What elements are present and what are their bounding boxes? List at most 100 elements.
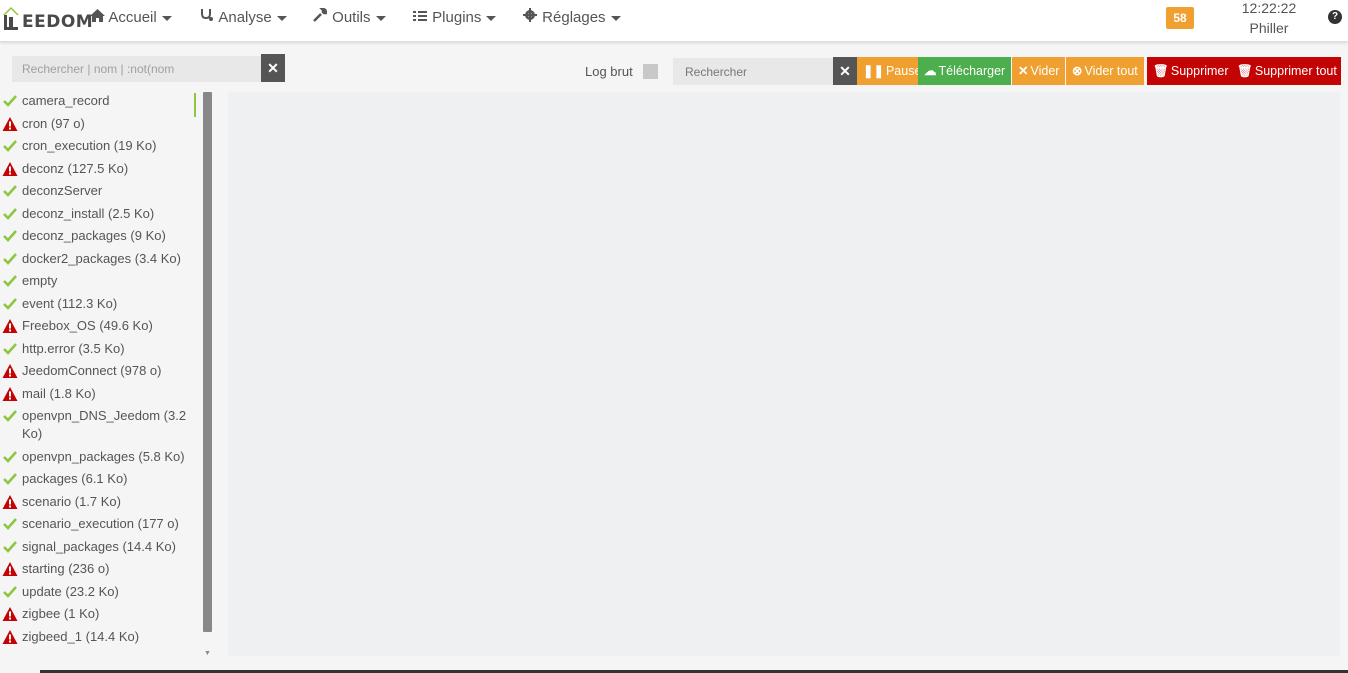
clear-all-button[interactable]: ⊗ Vider tout bbox=[1066, 57, 1144, 85]
delete-button[interactable]: 🗑 Supprimer bbox=[1147, 57, 1235, 85]
log-name: openvpn_packages (5.8 Ko) bbox=[22, 448, 185, 464]
chevron-down-icon bbox=[610, 15, 621, 21]
top-navbar: EEDOM Accueil Analyse Outils Plugins Rég… bbox=[0, 0, 1348, 42]
gear-icon bbox=[522, 0, 538, 36]
pause-icon: ❚❚ bbox=[863, 64, 884, 78]
log-name: JeedomConnect (978 o) bbox=[22, 363, 162, 378]
menu-outils[interactable]: Outils bbox=[312, 0, 386, 36]
times-circle-icon: ⊗ bbox=[1072, 64, 1083, 78]
log-list-item[interactable]: empty bbox=[0, 272, 200, 290]
chevron-down-icon bbox=[161, 15, 172, 21]
log-list-item[interactable]: camera_record bbox=[0, 92, 200, 110]
log-list-item[interactable]: mail (1.8 Ko) bbox=[0, 385, 200, 403]
log-list-item[interactable]: zigbee (1 Ko) bbox=[0, 605, 200, 623]
log-list-item[interactable]: JeedomConnect (978 o) bbox=[0, 362, 200, 380]
log-list-item[interactable]: signal_packages (14.4 Ko) bbox=[0, 538, 200, 556]
menu-accueil[interactable]: Accueil bbox=[89, 0, 172, 36]
log-list-item[interactable]: cron_execution (19 Ko) bbox=[0, 137, 200, 155]
trash-icon: 🗑 bbox=[1237, 64, 1253, 78]
log-name: scenario (1.7 Ko) bbox=[22, 493, 121, 509]
chevron-down-icon bbox=[375, 15, 386, 21]
menu-reglages[interactable]: Réglages bbox=[522, 0, 621, 36]
clock-user: 12:22:22 Philler bbox=[1236, 0, 1302, 36]
log-name: update (23.2 Ko) bbox=[22, 583, 119, 599]
menu-reglages-label: Réglages bbox=[542, 9, 606, 26]
question-circle-icon[interactable]: ? bbox=[1328, 10, 1342, 24]
log-list-item[interactable]: packages (6.1 Ko) bbox=[0, 470, 200, 488]
menu-accueil-label: Accueil bbox=[108, 9, 157, 26]
log-name: zigbee (1 Ko) bbox=[22, 606, 100, 621]
home-icon bbox=[89, 0, 105, 36]
menu-outils-label: Outils bbox=[332, 9, 371, 26]
log-list-item[interactable]: openvpn_DNS_Jeedom (3.2 Ko) bbox=[0, 407, 200, 443]
log-list: camera_recordcron (97 o) cron_execution (… bbox=[0, 92, 200, 662]
house-logo-icon bbox=[3, 7, 19, 30]
log-list-item[interactable]: Freebox_OS (49.6 Ko) bbox=[0, 317, 200, 335]
logo-text: EEDOM bbox=[22, 12, 94, 32]
notification-badge[interactable]: 58 bbox=[1166, 7, 1194, 29]
sidebar-scrollbar[interactable] bbox=[203, 92, 212, 632]
log-list-item[interactable]: openvpn_packages (5.8 Ko) bbox=[0, 448, 200, 466]
scroll-down-arrow-icon[interactable]: ▼ bbox=[203, 650, 212, 657]
chevron-down-icon bbox=[276, 15, 287, 21]
log-list-item[interactable]: docker2_packages (3.4 Ko) bbox=[0, 250, 200, 268]
close-icon: ✕ bbox=[267, 60, 279, 76]
log-list-item[interactable]: http.error (3.5 Ko) bbox=[0, 340, 200, 358]
log-list-item[interactable]: event (112.3 Ko) bbox=[0, 295, 200, 313]
log-name: deconz_install (2.5 Ko) bbox=[22, 205, 155, 221]
delete-all-button[interactable]: 🗑 Supprimer tout bbox=[1231, 57, 1341, 85]
log-brut-checkbox[interactable] bbox=[643, 64, 658, 79]
log-name: packages (6.1 Ko) bbox=[22, 471, 128, 486]
clock-time: 12:22:22 bbox=[1241, 0, 1297, 16]
clear-search-button[interactable]: ✕ bbox=[261, 54, 285, 82]
log-list-item[interactable]: scenario (1.7 Ko) bbox=[0, 493, 200, 511]
log-name: scenario_execution (177 o) bbox=[22, 516, 179, 531]
download-button[interactable]: ☁ Télécharger bbox=[918, 57, 1012, 85]
menu-plugins[interactable]: Plugins bbox=[412, 0, 497, 36]
log-name: event (112.3 Ko) bbox=[22, 295, 118, 311]
log-list-item[interactable]: update (23.2 Ko) bbox=[0, 583, 200, 601]
log-name: starting (236 o) bbox=[22, 561, 110, 576]
log-content-search-input[interactable] bbox=[673, 58, 833, 85]
log-name: zigbeed_1 (14.4 Ko) bbox=[22, 628, 140, 644]
wrench-icon bbox=[312, 0, 328, 36]
log-list-item[interactable]: zigbeed_1 (14.4 Ko) bbox=[0, 628, 200, 646]
log-name: camera_record bbox=[22, 93, 110, 108]
log-list-item[interactable]: deconz (127.5 Ko) bbox=[0, 160, 200, 178]
menu-analyse[interactable]: Analyse bbox=[199, 0, 287, 36]
close-icon: ✕ bbox=[839, 63, 851, 79]
log-list-item[interactable]: starting (236 o) bbox=[0, 560, 200, 578]
log-name: signal_packages (14.4 Ko) bbox=[22, 538, 176, 554]
log-name: deconz (127.5 Ko) bbox=[22, 160, 129, 176]
menu-analyse-label: Analyse bbox=[218, 9, 272, 26]
log-search-input[interactable] bbox=[12, 56, 262, 82]
times-icon: ✕ bbox=[1018, 64, 1029, 78]
log-name: cron_execution (19 Ko) bbox=[22, 138, 157, 153]
log-list-item[interactable]: scenario_execution (177 o) bbox=[0, 515, 200, 533]
log-name: deconzServer bbox=[22, 183, 103, 198]
jeedom-logo[interactable]: EEDOM bbox=[0, 2, 93, 34]
log-name: mail (1.8 Ko) bbox=[22, 385, 96, 401]
log-list-item[interactable]: cron (97 o) bbox=[0, 115, 200, 133]
stethoscope-icon bbox=[199, 0, 215, 36]
trash-icon: 🗑 bbox=[1153, 64, 1169, 78]
clear-content-search-button[interactable]: ✕ bbox=[833, 57, 857, 85]
log-name: empty bbox=[22, 273, 58, 288]
user-name[interactable]: Philler bbox=[1236, 20, 1302, 36]
log-content-area[interactable] bbox=[228, 92, 1340, 656]
pause-button[interactable]: ❚❚ Pause bbox=[857, 57, 928, 85]
clear-button[interactable]: ✕ Vider bbox=[1012, 57, 1066, 85]
log-name: cron (97 o) bbox=[22, 115, 85, 131]
cloud-download-icon: ☁ bbox=[924, 64, 937, 78]
chevron-down-icon bbox=[486, 15, 497, 21]
log-list-item[interactable]: deconzServer bbox=[0, 182, 200, 200]
log-list-item[interactable]: deconz_install (2.5 Ko) bbox=[0, 205, 200, 223]
log-name: docker2_packages (3.4 Ko) bbox=[22, 250, 181, 266]
log-list-item[interactable]: deconz_packages (9 Ko) bbox=[0, 227, 200, 245]
tasks-icon bbox=[412, 0, 428, 36]
menu-plugins-label: Plugins bbox=[432, 9, 482, 26]
log-name: Freebox_OS (49.6 Ko) bbox=[22, 318, 153, 333]
log-name: deconz_packages (9 Ko) bbox=[22, 228, 166, 243]
log-name: http.error (3.5 Ko) bbox=[22, 340, 125, 356]
log-name: openvpn_DNS_Jeedom (3.2 Ko) bbox=[22, 408, 187, 441]
